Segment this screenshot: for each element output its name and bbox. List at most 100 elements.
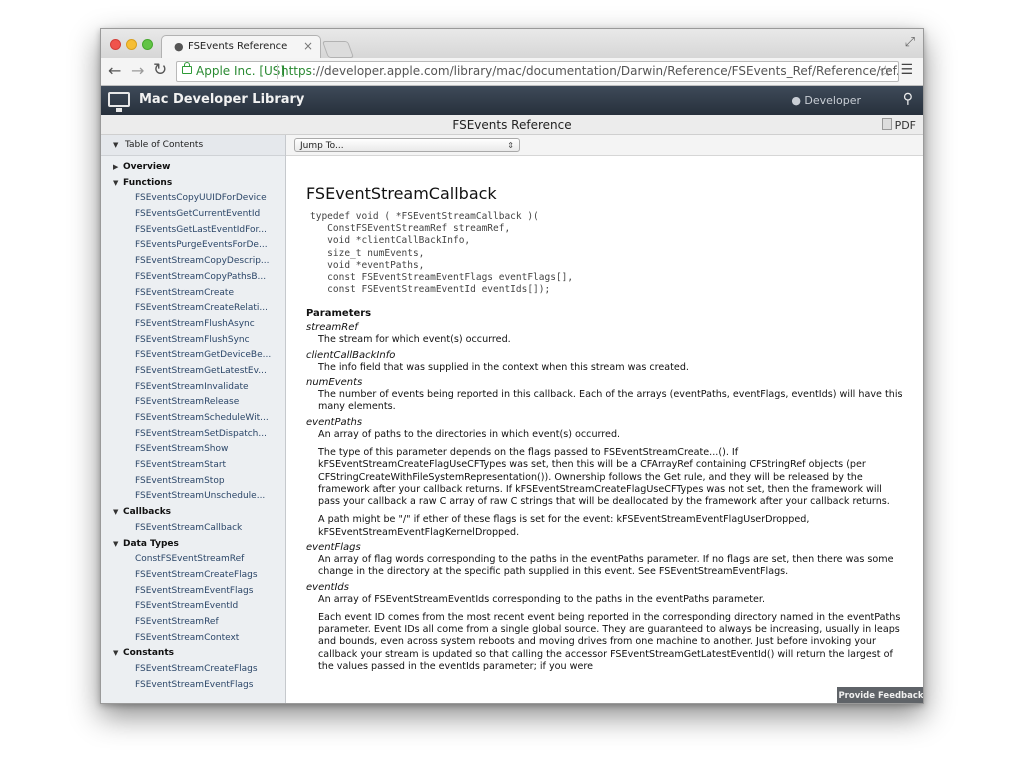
- reload-icon[interactable]: ↻: [153, 60, 167, 80]
- toc-item[interactable]: FSEventStreamUnschedule...: [101, 489, 285, 505]
- parameters-heading: Parameters: [306, 308, 372, 320]
- toc-item[interactable]: FSEventStreamCreate: [101, 286, 285, 302]
- url-rest: ://developer.apple.com/library/mac/docum…: [311, 64, 899, 78]
- menu-icon[interactable]: ☰: [900, 62, 913, 78]
- toc-item[interactable]: FSEventStreamRelease: [101, 395, 285, 411]
- jump-bar: Jump To... ⇕: [286, 135, 923, 156]
- parameter-description: An array of FSEventStreamEventIds corres…: [318, 593, 766, 605]
- toc-item[interactable]: FSEventsCopyUUIDForDevice: [101, 191, 285, 207]
- library-title[interactable]: Mac Developer Library: [139, 92, 304, 107]
- toc-section-label: Overview: [123, 162, 171, 172]
- documentation-body: FSEventStreamCallback typedef void ( *FS…: [306, 184, 906, 676]
- toc-item[interactable]: FSEventsGetCurrentEventId: [101, 207, 285, 223]
- content-pane: Jump To... ⇕ FSEventStreamCallback typed…: [286, 135, 923, 703]
- bookmark-star-icon[interactable]: ☆: [879, 62, 892, 80]
- toc-item[interactable]: ConstFSEventStreamRef: [101, 552, 285, 568]
- disclosure-triangle-down-icon[interactable]: ▼: [113, 646, 118, 662]
- parameter-description: The info field that was supplied in the …: [318, 361, 689, 373]
- toc-section-constants[interactable]: ▼ Constants: [101, 646, 285, 662]
- toc-item[interactable]: FSEventStreamEventFlags: [101, 678, 285, 694]
- toc-section-label: Data Types: [123, 538, 179, 549]
- toc-item[interactable]: FSEventStreamCopyPathsB...: [101, 270, 285, 286]
- forward-arrow-icon[interactable]: →: [131, 61, 144, 80]
- parameter-name: numEvents: [306, 377, 363, 389]
- address-divider: [277, 64, 278, 79]
- toc-section-functions[interactable]: ▼ Functions: [101, 176, 285, 192]
- symbol-heading: FSEventStreamCallback: [306, 184, 497, 203]
- lock-icon: [182, 62, 192, 74]
- tab-bar: ● FSEvents Reference × ⤢: [101, 29, 923, 59]
- disclosure-triangle-down-icon[interactable]: ▼: [113, 537, 118, 553]
- toc-item[interactable]: FSEventStreamEventId: [101, 599, 285, 615]
- apple-favicon-icon: ●: [174, 40, 184, 53]
- ev-certificate-label[interactable]: Apple Inc. [US]: [196, 64, 285, 78]
- toc-header[interactable]: ▼ Table of Contents: [101, 135, 285, 156]
- parameter-description: The type of this parameter depends on th…: [318, 446, 890, 508]
- toc-item[interactable]: FSEventStreamCallback: [101, 521, 285, 537]
- toc-section-callbacks[interactable]: ▼ Callbacks: [101, 505, 285, 521]
- tab-title: FSEvents Reference: [188, 41, 288, 52]
- toc-item[interactable]: FSEventStreamStart: [101, 458, 285, 474]
- toc-item[interactable]: FSEventStreamGetDeviceBe...: [101, 348, 285, 364]
- toc-item[interactable]: FSEventStreamCopyDescrip...: [101, 254, 285, 270]
- minimize-window-button[interactable]: [126, 39, 137, 50]
- url-text[interactable]: https://developer.apple.com/library/mac/…: [281, 64, 899, 78]
- toc-section-overview[interactable]: ▶ Overview: [101, 160, 285, 176]
- close-window-button[interactable]: [110, 39, 121, 50]
- toc-item[interactable]: FSEventStreamGetLatestEv...: [101, 364, 285, 380]
- parameter-description: The number of events being reported in t…: [318, 389, 903, 413]
- toc-item[interactable]: FSEventStreamInvalidate: [101, 380, 285, 396]
- toc-item[interactable]: FSEventStreamRef: [101, 615, 285, 631]
- toc-list: ▶ Overview ▼ Functions FSEventsCopyUUIDForDe…: [101, 156, 285, 693]
- fullscreen-icon[interactable]: ⤢: [905, 35, 915, 50]
- back-arrow-icon[interactable]: ←: [108, 61, 121, 80]
- parameter-description: An array of paths to the directories in …: [318, 428, 621, 440]
- disclosure-triangle-down-icon[interactable]: ▼: [113, 176, 118, 192]
- pdf-label: PDF: [894, 119, 916, 132]
- jump-to-label: Jump To...: [300, 141, 344, 151]
- browser-window: ● FSEvents Reference × ⤢ ← → ↻ Apple Inc…: [100, 28, 924, 704]
- toc-section-label: Functions: [123, 177, 173, 188]
- toc-item[interactable]: FSEventStreamContext: [101, 631, 285, 647]
- toc-item[interactable]: FSEventStreamFlushAsync: [101, 317, 285, 333]
- jump-to-select[interactable]: Jump To... ⇕: [294, 138, 520, 152]
- parameter-name: eventPaths: [306, 416, 363, 428]
- pdf-icon: [881, 118, 892, 130]
- disclosure-triangle-down-icon[interactable]: ▼: [113, 505, 118, 521]
- zoom-window-button[interactable]: [142, 39, 153, 50]
- disclosure-triangle-right-icon[interactable]: ▶: [113, 160, 118, 176]
- address-bar[interactable]: Apple Inc. [US] https://developer.apple.…: [176, 61, 899, 82]
- toc-item[interactable]: FSEventStreamEventFlags: [101, 584, 285, 600]
- toc-item[interactable]: FSEventsGetLastEventIdFor...: [101, 223, 285, 239]
- toc-section-label: Constants: [123, 648, 174, 659]
- toc-item[interactable]: FSEventsPurgeEventsForDe...: [101, 238, 285, 254]
- toc-item[interactable]: FSEventStreamSetDispatch...: [101, 427, 285, 443]
- apple-logo-icon: ●: [791, 94, 801, 107]
- tab-fsevents-reference[interactable]: ● FSEvents Reference ×: [161, 35, 321, 59]
- document-title: FSEvents Reference: [452, 118, 572, 132]
- declaration-code: typedef void ( *FSEventStreamCallback )(…: [310, 211, 574, 296]
- select-arrows-icon: ⇕: [507, 141, 514, 150]
- provide-feedback-button[interactable]: Provide Feedback: [837, 687, 923, 703]
- pdf-button[interactable]: PDF: [881, 118, 916, 132]
- apple-developer-link[interactable]: ● Developer: [791, 94, 861, 107]
- toc-item[interactable]: FSEventStreamFlushSync: [101, 333, 285, 349]
- toc-item[interactable]: FSEventStreamCreateFlags: [101, 568, 285, 584]
- toc-item[interactable]: FSEventStreamStop: [101, 474, 285, 490]
- parameter-name: eventFlags: [306, 541, 361, 553]
- toc-item[interactable]: FSEventStreamShow: [101, 442, 285, 458]
- developer-label: Developer: [804, 94, 861, 107]
- table-of-contents-sidebar: ▼ Table of Contents ▶ Overview ▼ Functions F…: [101, 135, 286, 703]
- toc-item[interactable]: FSEventStreamCreateRelati...: [101, 301, 285, 317]
- parameter-description: An array of flag words corresponding to …: [318, 553, 894, 578]
- toc-item[interactable]: FSEventStreamScheduleWit...: [101, 411, 285, 427]
- new-tab-button[interactable]: [321, 41, 355, 58]
- url-scheme: https: [281, 64, 312, 78]
- monitor-icon: [108, 92, 130, 112]
- toc-section-label: Callbacks: [123, 507, 172, 518]
- library-header: Mac Developer Library ● Developer ⚲: [101, 86, 923, 115]
- tab-close-icon[interactable]: ×: [303, 39, 313, 53]
- toc-item[interactable]: FSEventStreamCreateFlags: [101, 662, 285, 678]
- toc-section-data-types[interactable]: ▼ Data Types: [101, 537, 285, 553]
- search-icon[interactable]: ⚲: [903, 91, 913, 107]
